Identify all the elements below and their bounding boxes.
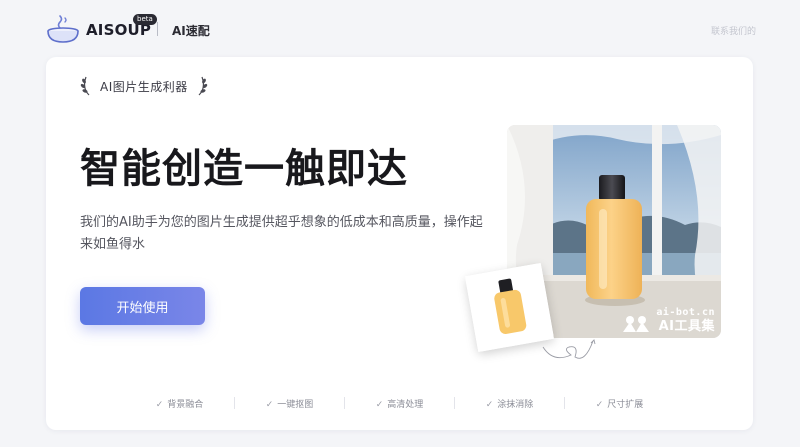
feature-item: ✓ 一键抠图 bbox=[235, 397, 344, 410]
soup-bowl-logo-icon[interactable] bbox=[46, 14, 80, 44]
feature-item: ✓ 尺寸扩展 bbox=[565, 397, 674, 410]
tagline: AI图片生成利器 bbox=[80, 75, 208, 97]
feature-label: 高清处理 bbox=[387, 399, 424, 410]
top-header: AISOUP beta AI速配 联系我们的 bbox=[0, 0, 800, 56]
tagline-text: AI图片生成利器 bbox=[100, 79, 188, 94]
feature-label: 背景融合 bbox=[167, 399, 204, 410]
check-icon: ✓ bbox=[265, 399, 274, 410]
feature-label: 尺寸扩展 bbox=[607, 399, 644, 410]
arrow-curl-icon bbox=[542, 339, 596, 359]
hero-card: AI图片生成利器 智能创造一触即达 我们的AI助手为您的图片生成提供超乎想象的低… bbox=[46, 57, 753, 430]
laurel-left-icon bbox=[80, 76, 90, 96]
feature-item: ✓ 高清处理 bbox=[345, 397, 454, 410]
header-divider bbox=[157, 22, 158, 36]
sub-brand-link[interactable]: AI速配 bbox=[172, 22, 210, 39]
feature-list: ✓ 背景融合 ✓ 一键抠图 ✓ 高清处理 ✓ 涂抹消除 ✓ 尺寸扩展 bbox=[46, 394, 753, 412]
hero-description: 我们的AI助手为您的图片生成提供超乎想象的低成本和高质量，操作起来如鱼得水 bbox=[80, 215, 483, 252]
feature-label: 涂抹消除 bbox=[497, 399, 534, 410]
contact-link[interactable]: 联系我们的 bbox=[711, 24, 756, 37]
watermark-logo-icon bbox=[623, 316, 649, 332]
check-icon: ✓ bbox=[375, 399, 384, 410]
start-button[interactable]: 开始使用 bbox=[80, 287, 205, 325]
check-icon: ✓ bbox=[595, 399, 604, 410]
check-icon: ✓ bbox=[155, 399, 164, 410]
feature-item: ✓ 背景融合 bbox=[125, 397, 234, 410]
page-title: 智能创造一触即达 bbox=[80, 146, 408, 192]
feature-label: 一键抠图 bbox=[277, 399, 314, 410]
beta-badge: beta bbox=[133, 14, 157, 25]
laurel-right-icon bbox=[198, 76, 207, 96]
check-icon: ✓ bbox=[485, 399, 494, 410]
watermark-name: AI工具集 bbox=[658, 319, 715, 334]
feature-item: ✓ 涂抹消除 bbox=[455, 397, 564, 410]
